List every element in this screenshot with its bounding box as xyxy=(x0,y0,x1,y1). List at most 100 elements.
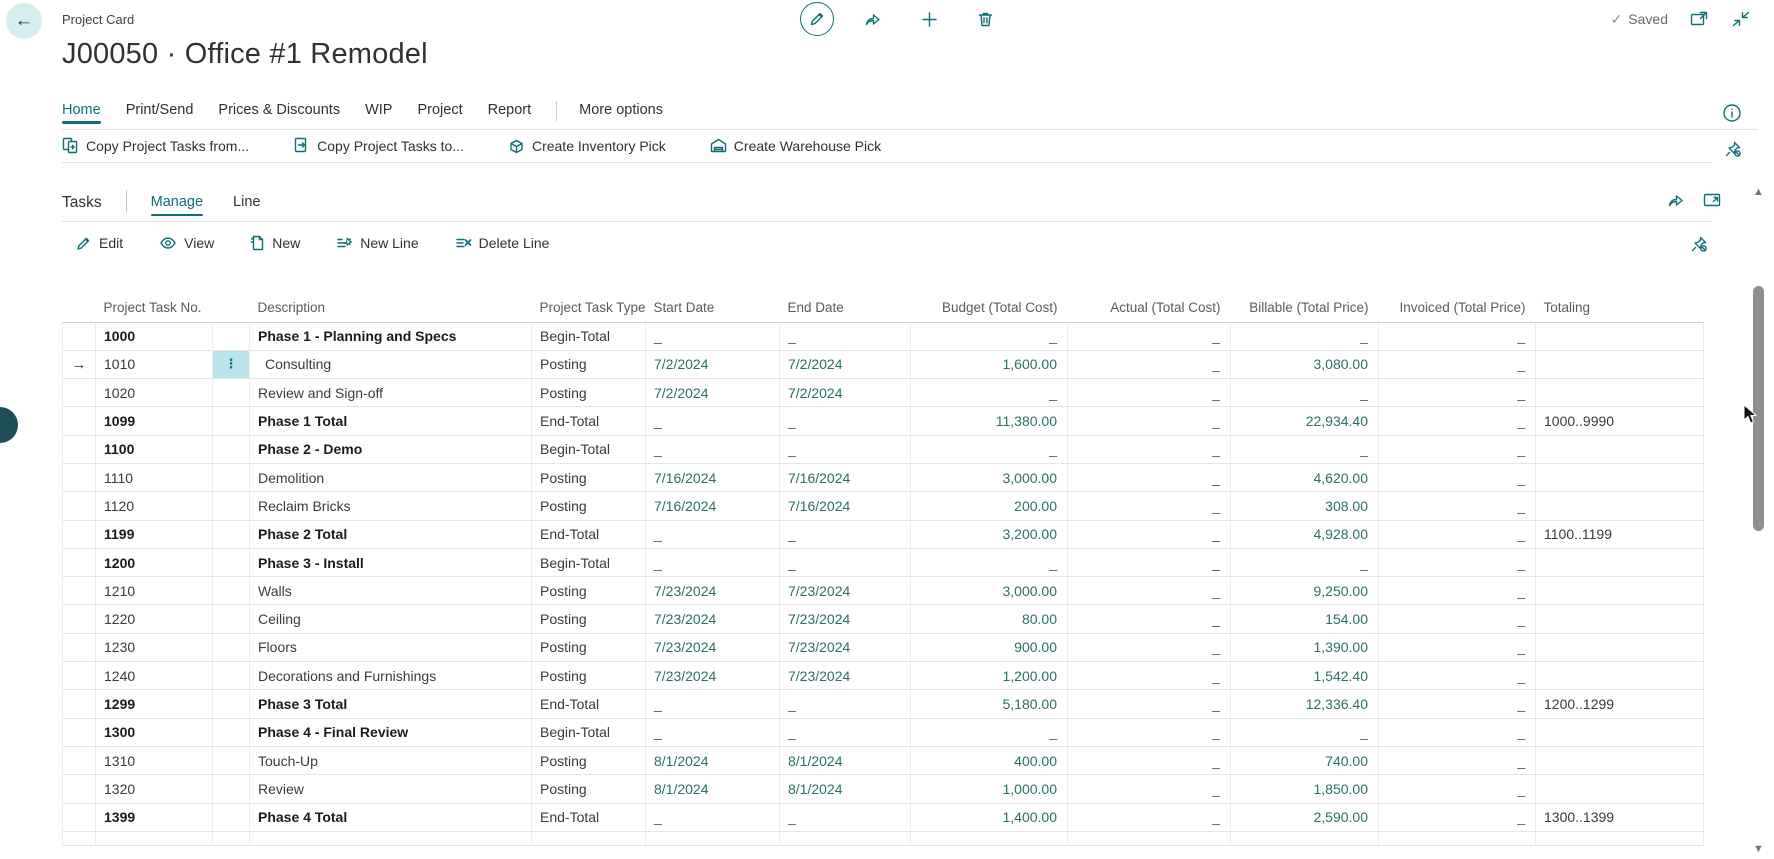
cell-project-task-type[interactable]: Posting xyxy=(531,604,646,634)
cell-end-date[interactable]: 8/1/2024 xyxy=(779,746,911,776)
cell-project-task-no[interactable]: 1199 xyxy=(95,520,213,549)
cell-end-date[interactable]: 7/23/2024 xyxy=(779,633,911,663)
cell-description[interactable]: Phase 1 Total xyxy=(249,406,532,436)
cell-actual-total-cost[interactable]: _ xyxy=(1067,718,1231,747)
cell-invoiced-total-price[interactable]: _ xyxy=(1378,406,1536,436)
cell-totaling[interactable] xyxy=(1535,463,1704,493)
open-in-window-icon[interactable] xyxy=(1688,8,1710,30)
cell-start-date[interactable]: 7/16/2024 xyxy=(645,463,780,493)
cell-start-date[interactable]: _ xyxy=(645,803,780,832)
cell-billable-total-price[interactable]: 9,250.00 xyxy=(1230,576,1379,606)
row-options-cell[interactable] xyxy=(212,435,250,464)
cell-billable-total-price[interactable]: 1,542.40 xyxy=(1230,661,1379,691)
cell-project-task-no[interactable]: 1320 xyxy=(95,774,213,804)
cell-billable-total-price[interactable]: 2,590.00 xyxy=(1230,803,1379,832)
tab-prices-discounts[interactable]: Prices & Discounts xyxy=(218,102,340,126)
cell-project-task-type[interactable]: End-Total xyxy=(531,520,646,549)
cell-invoiced-total-price[interactable]: _ xyxy=(1378,491,1536,521)
cell-project-task-no[interactable]: 1300 xyxy=(95,718,213,747)
cell-start-date[interactable]: 7/23/2024 xyxy=(645,576,780,606)
cell-project-task-type[interactable]: Begin-Total xyxy=(531,718,646,747)
cell-description[interactable]: Walls xyxy=(249,576,532,606)
column-header-start-date[interactable]: Start Date xyxy=(645,295,780,323)
cell-project-task-no[interactable]: 1230 xyxy=(95,633,213,663)
cell-billable-total-price[interactable]: 1,390.00 xyxy=(1230,633,1379,663)
cell-budget-total-cost[interactable]: 1,200.00 xyxy=(910,661,1068,691)
row-options-cell[interactable] xyxy=(212,718,250,747)
column-header-budget-total-cost[interactable]: Budget (Total Cost) xyxy=(910,295,1068,323)
cell-budget-total-cost[interactable]: 400.00 xyxy=(910,746,1068,776)
cell-budget-total-cost[interactable]: 1,400.00 xyxy=(910,803,1068,832)
cell-actual-total-cost[interactable]: _ xyxy=(1067,803,1231,832)
cell-start-date[interactable]: 7/23/2024 xyxy=(645,633,780,663)
cell-billable-total-price[interactable]: 12,336.40 xyxy=(1230,689,1379,719)
cell-project-task-type[interactable]: Posting xyxy=(531,576,646,606)
cell-billable-total-price[interactable]: 1,850.00 xyxy=(1230,774,1379,804)
cell-end-date[interactable]: _ xyxy=(779,803,911,832)
cell-totaling[interactable] xyxy=(1535,718,1704,747)
cell-start-date[interactable]: 7/16/2024 xyxy=(645,491,780,521)
row-options-cell[interactable] xyxy=(212,774,250,804)
row-options-cell[interactable] xyxy=(212,322,250,351)
cell-start-date[interactable]: 8/1/2024 xyxy=(645,746,780,776)
cell-end-date[interactable]: _ xyxy=(779,718,911,747)
cell-billable-total-price[interactable]: _ xyxy=(1230,548,1379,578)
info-icon[interactable] xyxy=(1722,103,1744,125)
cell-project-task-no[interactable]: 1220 xyxy=(95,604,213,634)
grid-action-view[interactable]: View xyxy=(159,235,214,251)
cell-project-task-no[interactable]: 1000 xyxy=(95,322,213,351)
cell-project-task-no[interactable]: 1200 xyxy=(95,548,213,578)
cell-start-date[interactable]: 7/2/2024 xyxy=(645,378,780,408)
cell-totaling[interactable] xyxy=(1535,548,1704,578)
cell-invoiced-total-price[interactable]: _ xyxy=(1378,350,1536,380)
cell-invoiced-total-price[interactable]: _ xyxy=(1378,520,1536,549)
cell-project-task-type[interactable]: Posting xyxy=(531,633,646,663)
row-options-cell[interactable] xyxy=(212,378,250,408)
column-header-actual-total-cost[interactable]: Actual (Total Cost) xyxy=(1067,295,1231,323)
cell-end-date[interactable]: 7/2/2024 xyxy=(779,350,911,380)
share-icon[interactable] xyxy=(856,2,890,36)
cell-description[interactable]: Phase 4 - Final Review xyxy=(249,718,532,747)
cell-description[interactable]: Floors xyxy=(249,633,532,663)
cell-totaling[interactable] xyxy=(1535,774,1704,804)
tab-project[interactable]: Project xyxy=(417,102,462,126)
cell-description[interactable]: Demolition xyxy=(249,463,532,493)
cell-start-date[interactable]: _ xyxy=(645,406,780,436)
cell-billable-total-price[interactable]: 22,934.40 xyxy=(1230,406,1379,436)
cell-budget-total-cost[interactable]: _ xyxy=(910,718,1068,747)
cell-totaling[interactable]: 1200..1299 xyxy=(1535,689,1704,719)
cell-start-date[interactable]: _ xyxy=(645,689,780,719)
cell-start-date[interactable]: _ xyxy=(645,718,780,747)
cell-actual-total-cost[interactable]: _ xyxy=(1067,576,1231,606)
cell-project-task-type[interactable]: Posting xyxy=(531,378,646,408)
cell-start-date[interactable]: 8/1/2024 xyxy=(645,774,780,804)
cell-end-date[interactable]: _ xyxy=(779,435,911,464)
cell-totaling[interactable] xyxy=(1535,350,1704,380)
cell-project-task-type[interactable]: End-Total xyxy=(531,803,646,832)
cell-actual-total-cost[interactable]: _ xyxy=(1067,548,1231,578)
cell-project-task-no[interactable]: 1100 xyxy=(95,435,213,464)
cell-project-task-no[interactable]: 1399 xyxy=(95,803,213,832)
cell-description[interactable]: Decorations and Furnishings xyxy=(249,661,532,691)
cell-actual-total-cost[interactable]: _ xyxy=(1067,661,1231,691)
cell-billable-total-price[interactable]: _ xyxy=(1230,322,1379,351)
cell-project-task-type[interactable]: End-Total xyxy=(531,689,646,719)
cell-end-date[interactable]: 7/23/2024 xyxy=(779,604,911,634)
cell-description[interactable]: Phase 2 - Demo xyxy=(249,435,532,464)
unpin-actionbar-icon[interactable] xyxy=(1724,140,1744,160)
cell-totaling[interactable] xyxy=(1535,435,1704,464)
row-options-cell[interactable] xyxy=(212,746,250,776)
cell-totaling[interactable] xyxy=(1535,633,1704,663)
row-options-menu-icon[interactable]: ⋮ xyxy=(212,350,250,380)
cell-budget-total-cost[interactable]: _ xyxy=(910,378,1068,408)
expand-part-icon[interactable] xyxy=(1702,190,1722,210)
cell-end-date[interactable]: 7/23/2024 xyxy=(779,576,911,606)
cell-budget-total-cost[interactable]: 900.00 xyxy=(910,633,1068,663)
scrollbar-thumb[interactable] xyxy=(1753,286,1764,531)
tab-wip[interactable]: WIP xyxy=(365,102,392,126)
cell-billable-total-price[interactable]: 740.00 xyxy=(1230,746,1379,776)
cell-project-task-type[interactable]: Begin-Total xyxy=(531,435,646,464)
delete-record-icon[interactable] xyxy=(968,2,1002,36)
share-part-icon[interactable] xyxy=(1666,190,1686,210)
cell-description[interactable]: Phase 3 - Install xyxy=(249,548,532,578)
